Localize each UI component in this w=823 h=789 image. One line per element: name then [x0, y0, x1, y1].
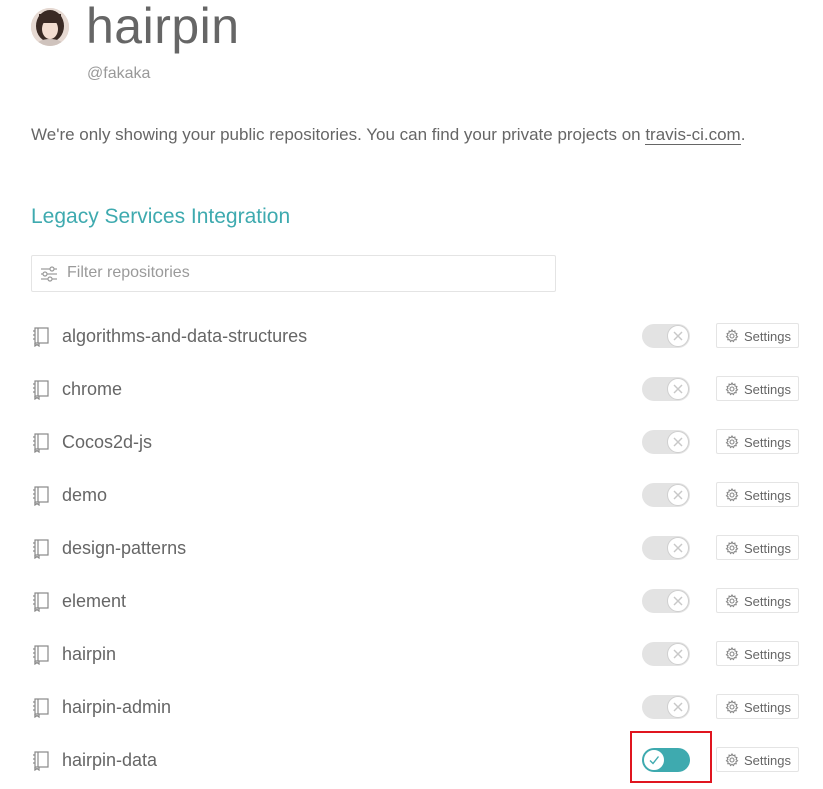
- toggle-knob: [667, 590, 689, 612]
- repo-row: Cocos2d-js Settings: [0, 415, 823, 468]
- public-repos-notice: We're only showing your public repositor…: [31, 124, 745, 146]
- repo-row: hairpin-admin Settings: [0, 680, 823, 733]
- repo-name[interactable]: hairpin: [62, 643, 116, 665]
- gear-icon: [725, 699, 739, 714]
- user-handle: @fakaka: [87, 65, 151, 82]
- gear-icon: [725, 593, 739, 608]
- travis-ci-com-link[interactable]: travis-ci.com: [645, 125, 741, 145]
- repo-name[interactable]: Cocos2d-js: [62, 431, 152, 453]
- settings-label: Settings: [744, 435, 791, 450]
- settings-label: Settings: [744, 382, 791, 397]
- repo-toggle[interactable]: [642, 324, 690, 348]
- repo-book-icon: [32, 327, 50, 348]
- notice-text: We're only showing your public repositor…: [31, 125, 646, 144]
- repo-settings-button[interactable]: Settings: [716, 376, 799, 401]
- repo-book-icon: [32, 486, 50, 507]
- toggle-knob: [667, 378, 689, 400]
- repo-book-icon: [32, 539, 50, 560]
- gear-icon: [725, 646, 739, 661]
- notice-suffix: .: [740, 125, 746, 144]
- repo-name[interactable]: demo: [62, 484, 107, 506]
- repo-settings-button[interactable]: Settings: [716, 588, 799, 613]
- gear-icon: [725, 328, 739, 343]
- repo-name[interactable]: chrome: [62, 378, 122, 400]
- repo-settings-button[interactable]: Settings: [716, 429, 799, 454]
- repo-name[interactable]: design-patterns: [62, 537, 186, 559]
- repo-settings-button[interactable]: Settings: [716, 323, 799, 348]
- settings-label: Settings: [744, 488, 791, 503]
- repo-toggle[interactable]: [642, 589, 690, 613]
- toggle-knob: [667, 431, 689, 453]
- repo-toggle[interactable]: [642, 483, 690, 507]
- repo-book-icon: [32, 592, 50, 613]
- repo-name[interactable]: hairpin-data: [62, 749, 157, 771]
- gear-icon: [725, 434, 739, 449]
- repo-toggle[interactable]: [642, 536, 690, 560]
- toggle-knob: [643, 749, 665, 771]
- filter-sliders-icon: [41, 266, 57, 282]
- settings-label: Settings: [744, 753, 791, 768]
- repo-name[interactable]: algorithms-and-data-structures: [62, 325, 307, 347]
- repo-book-icon: [32, 751, 50, 772]
- repo-toggle[interactable]: [642, 695, 690, 719]
- toggle-knob: [667, 484, 689, 506]
- toggle-knob: [667, 643, 689, 665]
- repo-row: demo Settings: [0, 468, 823, 521]
- repo-row: hairpin Settings: [0, 627, 823, 680]
- repo-row: chrome Settings: [0, 362, 823, 415]
- repo-name[interactable]: hairpin-admin: [62, 696, 171, 718]
- repository-list: algorithms-and-data-structures Settings ch…: [0, 309, 823, 786]
- gear-icon: [725, 540, 739, 555]
- repo-toggle[interactable]: [642, 642, 690, 666]
- repo-settings-button[interactable]: Settings: [716, 641, 799, 666]
- filter-box: [31, 255, 556, 292]
- toggle-knob: [667, 537, 689, 559]
- repo-toggle[interactable]: [642, 748, 690, 772]
- settings-label: Settings: [744, 329, 791, 344]
- avatar: [31, 8, 69, 46]
- repo-row: design-patterns Settings: [0, 521, 823, 574]
- settings-label: Settings: [744, 700, 791, 715]
- gear-icon: [725, 487, 739, 502]
- repo-settings-button[interactable]: Settings: [716, 747, 799, 772]
- repo-name[interactable]: element: [62, 590, 126, 612]
- toggle-knob: [667, 696, 689, 718]
- repo-settings-button[interactable]: Settings: [716, 694, 799, 719]
- settings-label: Settings: [744, 647, 791, 662]
- section-title: Legacy Services Integration: [31, 205, 291, 228]
- repo-settings-button[interactable]: Settings: [716, 482, 799, 507]
- settings-label: Settings: [744, 594, 791, 609]
- gear-icon: [725, 752, 739, 767]
- settings-label: Settings: [744, 541, 791, 556]
- repo-row: hairpin-data Settings: [0, 733, 823, 786]
- repo-settings-button[interactable]: Settings: [716, 535, 799, 560]
- repo-book-icon: [32, 698, 50, 719]
- repo-book-icon: [32, 433, 50, 454]
- repo-book-icon: [32, 645, 50, 666]
- page-title: hairpin: [86, 0, 240, 54]
- repo-toggle[interactable]: [642, 430, 690, 454]
- repo-row: element Settings: [0, 574, 823, 627]
- toggle-knob: [667, 325, 689, 347]
- repo-toggle[interactable]: [642, 377, 690, 401]
- repo-book-icon: [32, 380, 50, 401]
- filter-input[interactable]: [67, 262, 537, 284]
- repo-row: algorithms-and-data-structures Settings: [0, 309, 823, 362]
- gear-icon: [725, 381, 739, 396]
